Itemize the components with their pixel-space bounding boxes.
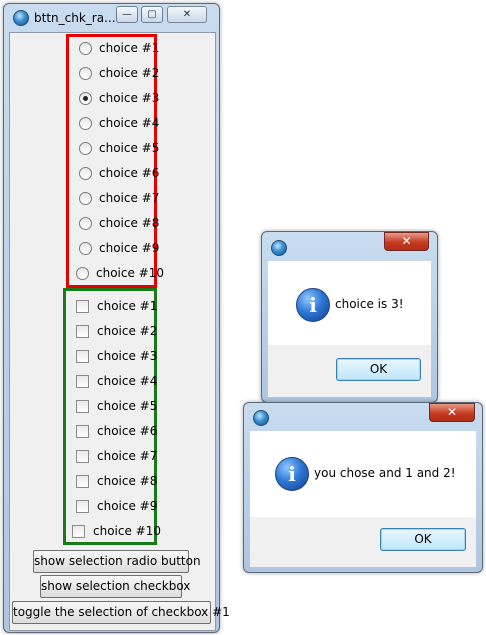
dialog-footer: OK	[250, 517, 476, 567]
main-client-area: choice #1 choice #2 choice #3 choice #4 choi…	[9, 32, 230, 631]
checkbox-label: choice #3	[97, 349, 158, 363]
checkbox-choice-4[interactable]: choice #4	[76, 372, 157, 390]
radio-choice-2[interactable]: choice #2	[79, 64, 159, 82]
checkbox-label: choice #4	[97, 374, 158, 388]
info-icon: i	[296, 288, 330, 322]
radio-button[interactable]	[79, 92, 92, 105]
radio-label: choice #6	[99, 166, 160, 180]
dialog-title-bar[interactable]: ✕	[244, 403, 482, 430]
app-globe-icon	[13, 10, 29, 26]
radio-button[interactable]	[79, 192, 92, 205]
radio-choice-3[interactable]: choice #3	[79, 89, 159, 107]
app-globe-icon	[253, 410, 269, 426]
checkbox-choice-1[interactable]: choice #1	[76, 297, 157, 315]
radio-button[interactable]	[79, 242, 92, 255]
radio-label: choice #1	[99, 41, 160, 55]
checkbox[interactable]	[76, 425, 89, 438]
ok-button[interactable]: OK	[380, 528, 466, 551]
radio-label: choice #2	[99, 66, 160, 80]
checkbox-label: choice #1	[97, 299, 158, 313]
radio-label: choice #5	[99, 141, 160, 155]
checkbox-choice-5[interactable]: choice #5	[76, 397, 157, 415]
info-icon: i	[275, 457, 309, 491]
close-button[interactable]: ✕	[167, 6, 207, 23]
checkbox-result-dialog: ✕ i you chose and 1 and 2! OK	[243, 402, 483, 573]
message-area: i choice is 3!	[268, 261, 431, 345]
radio-button[interactable]	[79, 67, 92, 80]
checkbox[interactable]	[76, 350, 89, 363]
checkbox-choice-7[interactable]: choice #7	[76, 447, 157, 465]
radio-choice-5[interactable]: choice #5	[79, 139, 159, 157]
checkbox-choice-6[interactable]: choice #6	[76, 422, 157, 440]
message-text: you chose and 1 and 2!	[314, 466, 456, 480]
radio-label: choice #8	[99, 216, 160, 230]
radio-label: choice #10	[96, 266, 164, 280]
message-text: choice is 3!	[335, 297, 404, 311]
checkbox-label: choice #2	[97, 324, 158, 338]
show-radio-selection-button[interactable]: show selection radio button	[33, 550, 201, 573]
radio-button[interactable]	[76, 267, 89, 280]
checkbox-label: choice #10	[93, 524, 161, 538]
checkbox-label: choice #7	[97, 449, 158, 463]
dialog-title-bar[interactable]: ✕	[262, 232, 437, 259]
radio-choice-4[interactable]: choice #4	[79, 114, 159, 132]
message-area: i you chose and 1 and 2!	[250, 431, 476, 517]
radio-label: choice #7	[99, 191, 160, 205]
checkbox-label: choice #5	[97, 399, 158, 413]
radio-label: choice #4	[99, 116, 160, 130]
radio-button[interactable]	[79, 117, 92, 130]
radio-button[interactable]	[79, 142, 92, 155]
radio-label: choice #9	[99, 241, 160, 255]
window-title: bttn_chk_ra...	[34, 11, 116, 25]
ok-button[interactable]: OK	[336, 358, 421, 381]
radio-button[interactable]	[79, 217, 92, 230]
checkbox[interactable]	[76, 300, 89, 313]
radio-choice-7[interactable]: choice #7	[79, 189, 159, 207]
checkbox-choice-3[interactable]: choice #3	[76, 347, 157, 365]
checkbox[interactable]	[72, 525, 85, 538]
radio-result-dialog: ✕ i choice is 3! OK	[261, 231, 438, 403]
radio-choice-9[interactable]: choice #9	[79, 239, 159, 257]
minimize-button[interactable]: —	[116, 6, 138, 23]
checkbox[interactable]	[76, 500, 89, 513]
radio-choice-1[interactable]: choice #1	[79, 39, 159, 57]
radio-choice-6[interactable]: choice #6	[79, 164, 159, 182]
checkbox-label: choice #8	[97, 474, 158, 488]
checkbox[interactable]	[76, 450, 89, 463]
radio-button[interactable]	[79, 42, 92, 55]
toggle-checkbox-1-button[interactable]: toggle the selection of checkbox #1	[12, 601, 230, 624]
checkbox[interactable]	[76, 375, 89, 388]
checkbox-label: choice #6	[97, 424, 158, 438]
checkbox-choice-2[interactable]: choice #2	[76, 322, 157, 340]
maximize-button[interactable]: ▢	[141, 6, 163, 23]
checkbox[interactable]	[76, 475, 89, 488]
checkbox-choice-10[interactable]: choice #10	[72, 522, 161, 540]
radio-label: choice #3	[99, 91, 160, 105]
radio-button[interactable]	[79, 167, 92, 180]
checkbox[interactable]	[76, 325, 89, 338]
main-window: bttn_chk_ra... — ▢ ✕ choice #1 choice #2 c…	[3, 3, 230, 633]
app-globe-icon	[271, 240, 287, 256]
checkbox-label: choice #9	[97, 499, 158, 513]
checkbox-choice-8[interactable]: choice #8	[76, 472, 157, 490]
checkbox[interactable]	[76, 400, 89, 413]
close-button[interactable]: ✕	[429, 403, 475, 422]
radio-choice-8[interactable]: choice #8	[79, 214, 159, 232]
show-checkbox-selection-button[interactable]: show selection checkbox	[40, 575, 190, 598]
main-title-bar[interactable]: bttn_chk_ra... — ▢ ✕	[4, 4, 219, 31]
radio-choice-10[interactable]: choice #10	[76, 264, 164, 282]
dialog-footer: OK	[268, 345, 431, 397]
close-button[interactable]: ✕	[384, 232, 429, 251]
checkbox-choice-9[interactable]: choice #9	[76, 497, 157, 515]
